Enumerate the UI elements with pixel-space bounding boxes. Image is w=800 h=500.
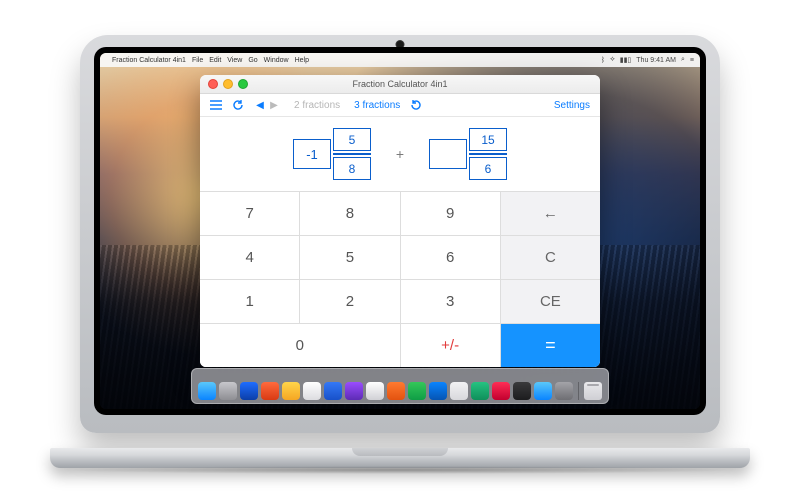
left-numerator-input[interactable]: 5 [333, 128, 371, 151]
battery-icon[interactable]: ▮▮▯ [620, 56, 632, 64]
key-4[interactable]: 4 [200, 236, 299, 279]
laptop-notch [352, 448, 448, 456]
menubar-item-go[interactable]: Go [248, 57, 257, 64]
macbook-frame: Fraction Calculator 4in1 File Edit View … [80, 35, 720, 465]
dock-app-7[interactable] [345, 382, 363, 400]
history-back-icon[interactable]: ◀ [254, 99, 266, 111]
menubar-item-edit[interactable]: Edit [209, 57, 221, 64]
window-titlebar[interactable]: Fraction Calculator 4in1 [200, 75, 600, 94]
key-1[interactable]: 1 [200, 280, 299, 323]
refresh-icon[interactable] [232, 99, 244, 111]
fraction-left: -1 5 8 [293, 128, 371, 180]
dock-app-11[interactable] [429, 382, 447, 400]
dock-app-2[interactable] [240, 382, 258, 400]
mode-2-fractions[interactable]: 2 fractions [294, 100, 340, 111]
dock-app-3[interactable] [261, 382, 279, 400]
key-clear[interactable]: C [501, 236, 600, 279]
expression-area: -1 5 8 + 15 [200, 117, 600, 191]
fraction-bar [469, 153, 507, 155]
dock-app-16[interactable] [534, 382, 552, 400]
dock-app-15[interactable] [513, 382, 531, 400]
app-toolbar: ◀ ▶ 2 fractions 3 fractions Set [200, 94, 600, 117]
key-9[interactable]: 9 [401, 192, 500, 235]
screen: Fraction Calculator 4in1 File Edit View … [100, 53, 700, 409]
spotlight-icon[interactable]: ⌕ [681, 56, 685, 64]
history-forward-icon: ▶ [268, 99, 280, 111]
keypad: 7 8 9 ← 4 5 6 C 1 2 3 CE 0 [200, 191, 600, 367]
key-6[interactable]: 6 [401, 236, 500, 279]
settings-link[interactable]: Settings [554, 100, 590, 111]
dock-app-14[interactable] [492, 382, 510, 400]
undo-icon[interactable] [410, 99, 422, 111]
key-5[interactable]: 5 [300, 236, 399, 279]
macos-menubar: Fraction Calculator 4in1 File Edit View … [100, 53, 700, 67]
laptop-shadow [60, 466, 740, 474]
dock-app-6[interactable] [324, 382, 342, 400]
key-3[interactable]: 3 [401, 280, 500, 323]
laptop-base [50, 448, 750, 468]
menubar-item-view[interactable]: View [227, 57, 242, 64]
notification-center-icon[interactable]: ≡ [690, 57, 694, 64]
mode-3-fractions[interactable]: 3 fractions [354, 100, 400, 111]
window-title: Fraction Calculator 4in1 [200, 79, 600, 89]
dock-app-0[interactable] [198, 382, 216, 400]
key-equals[interactable]: = [501, 324, 600, 367]
key-clear-entry[interactable]: CE [501, 280, 600, 323]
operator-button[interactable]: + [389, 143, 411, 165]
screen-bezel: Fraction Calculator 4in1 File Edit View … [94, 47, 706, 415]
key-plus-minus[interactable]: +/- [401, 324, 500, 367]
dock-app-13[interactable] [471, 382, 489, 400]
trash-icon[interactable] [584, 382, 602, 400]
menubar-item-file[interactable]: File [192, 57, 203, 64]
dock-app-17[interactable] [555, 382, 573, 400]
menubar-item-window[interactable]: Window [264, 57, 289, 64]
dock-app-8[interactable] [366, 382, 384, 400]
fraction-right: 15 6 [429, 128, 507, 180]
fraction-bar [333, 153, 371, 155]
menubar-clock[interactable]: Thu 9:41 AM [636, 57, 676, 64]
key-8[interactable]: 8 [300, 192, 399, 235]
right-numerator-input[interactable]: 15 [469, 128, 507, 151]
dock-app-4[interactable] [282, 382, 300, 400]
left-denominator-input[interactable]: 8 [333, 157, 371, 180]
laptop-lid: Fraction Calculator 4in1 File Edit View … [80, 35, 720, 433]
key-0[interactable]: 0 [200, 324, 400, 367]
right-whole-input[interactable] [429, 139, 467, 169]
dock-separator [578, 382, 579, 400]
key-2[interactable]: 2 [300, 280, 399, 323]
left-whole-input[interactable]: -1 [293, 139, 331, 169]
dock [191, 368, 609, 404]
key-7[interactable]: 7 [200, 192, 299, 235]
menubar-item-help[interactable]: Help [295, 57, 309, 64]
app-window: Fraction Calculator 4in1 ◀ ▶ [200, 75, 600, 367]
right-denominator-input[interactable]: 6 [469, 157, 507, 180]
dock-app-5[interactable] [303, 382, 321, 400]
dock-app-10[interactable] [408, 382, 426, 400]
dock-app-12[interactable] [450, 382, 468, 400]
wifi-icon[interactable]: ⟡ [610, 56, 615, 64]
dock-app-9[interactable] [387, 382, 405, 400]
menu-icon[interactable] [210, 100, 222, 110]
key-backspace[interactable]: ← [501, 192, 600, 235]
dock-app-1[interactable] [219, 382, 237, 400]
bluetooth-icon[interactable]: ᛒ [601, 57, 605, 64]
menubar-app-name[interactable]: Fraction Calculator 4in1 [112, 57, 186, 64]
